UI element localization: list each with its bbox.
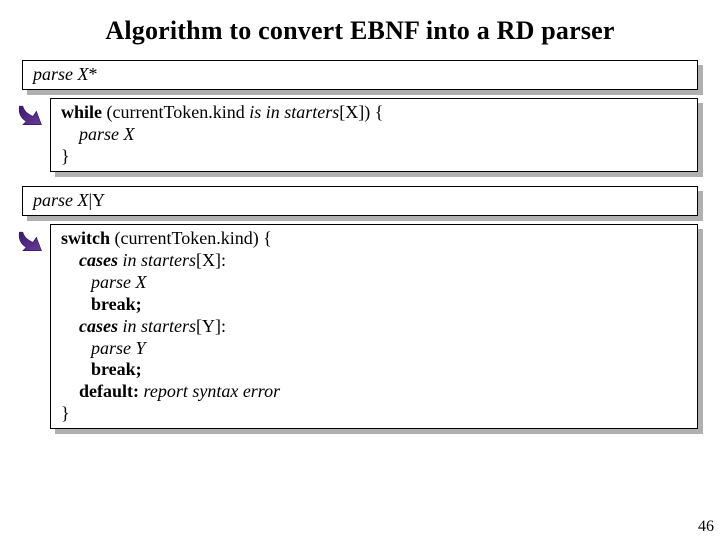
arrow-code1-wrap: while (currentToken.kind is in starters[… [18,98,702,172]
rule1-suffix: * [89,64,98,84]
kw-default: default: [79,381,144,401]
code-box-2: switch (currentToken.kind) { cases in st… [50,224,698,430]
rule1-italic: parse X [33,64,89,84]
code1-line1: while (currentToken.kind is in starters[… [61,102,687,124]
rule2-italic: parse X [33,190,89,210]
code1-line2: parse X [61,124,687,146]
code2-line4: break; [61,294,687,316]
code1-l1d: [X]) { [339,102,383,122]
kw-cases2a: cases [79,316,118,336]
rule-label-xy: parse X|Y [22,186,698,216]
code2-l1b: (currentToken.kind) { [115,228,272,248]
code2-line2: cases in starters[X]: [61,250,687,272]
code2-line3: parse X [61,272,687,294]
kw-switch: switch [61,228,115,248]
code2-l8b: report syntax error [144,381,281,401]
code2-line7: break; [61,359,687,381]
code2-line6: parse Y [61,338,687,360]
rule-box-xy: parse X|Y [22,186,698,216]
code2-line1: switch (currentToken.kind) { [61,228,687,250]
arrow-icon [16,104,50,132]
kw-cases1a: cases [79,250,118,270]
code1-content: while (currentToken.kind is in starters[… [50,98,698,172]
code2-line8: default: report syntax error [61,381,687,403]
code-box-1: while (currentToken.kind is in starters[… [50,98,698,172]
code1-line3: } [61,146,687,168]
code2-l2b: [X]: [196,250,226,270]
arrow-code2-wrap: switch (currentToken.kind) { cases in st… [18,224,702,430]
code1-l1c: is in starters [249,102,339,122]
page-number: 46 [698,518,714,536]
code2-content: switch (currentToken.kind) { cases in st… [50,224,698,430]
code2-line5: cases in starters[Y]: [61,316,687,338]
slide-title: Algorithm to convert EBNF into a RD pars… [18,16,702,46]
slide: Algorithm to convert EBNF into a RD pars… [0,0,720,540]
rule-box-xstar: parse X* [22,60,698,90]
code2-line9: } [61,403,687,425]
rule2-suffix: |Y [89,190,106,210]
kw-while: while [61,102,107,122]
rule-label-xstar: parse X* [22,60,698,90]
code2-l5b: [Y]: [196,316,226,336]
arrow-icon [16,230,50,258]
code1-l1b: (currentToken.kind [107,102,250,122]
